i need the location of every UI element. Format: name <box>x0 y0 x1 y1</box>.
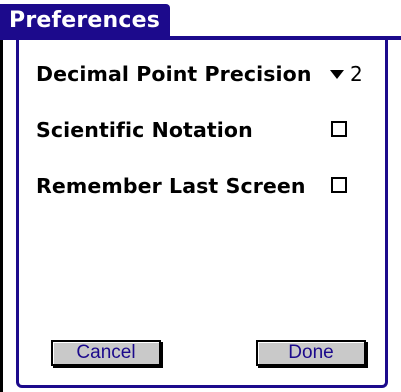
dropdown-triangle-icon <box>330 70 344 79</box>
preferences-screen: Preferences Decimal Point Precision 2 Sc… <box>0 0 401 392</box>
remember-last-screen-checkbox[interactable] <box>331 177 347 193</box>
screen-left-edge <box>0 40 3 392</box>
decimal-precision-picker[interactable]: 2 <box>330 62 363 86</box>
scientific-notation-checkbox[interactable] <box>331 121 347 137</box>
decimal-precision-label: Decimal Point Precision <box>36 62 312 86</box>
scientific-notation-label: Scientific Notation <box>36 118 253 142</box>
remember-last-screen-label: Remember Last Screen <box>36 174 306 198</box>
dialog-title: Preferences <box>0 4 171 36</box>
cancel-button[interactable]: Cancel <box>51 340 161 366</box>
done-button[interactable]: Done <box>256 340 366 366</box>
dialog-frame <box>16 40 388 388</box>
decimal-precision-value: 2 <box>350 62 363 86</box>
